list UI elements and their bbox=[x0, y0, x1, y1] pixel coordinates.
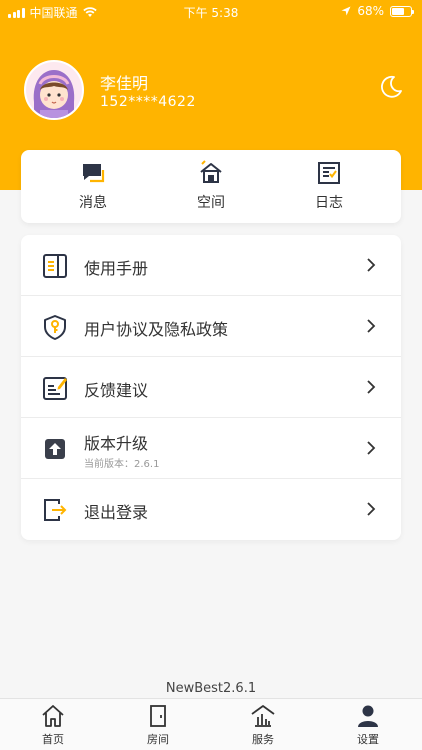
shield-key-icon bbox=[44, 315, 66, 340]
tab-settings[interactable]: 设置 bbox=[338, 703, 398, 749]
menu-item-logout[interactable]: 退出登录 bbox=[21, 479, 401, 540]
quick-actions-card: 消息 空间 日志 bbox=[21, 150, 401, 223]
tab-label: 房间 bbox=[147, 733, 169, 746]
status-bar: 中国联通 下午 5:38 68% bbox=[0, 0, 422, 22]
logout-icon bbox=[44, 499, 67, 521]
menu-item-label: 使用手册 bbox=[84, 259, 149, 278]
battery-icon bbox=[390, 5, 414, 17]
moon-icon[interactable] bbox=[378, 74, 404, 100]
settings-menu: 使用手册 用户协议及隐私政策 反馈建议 版本升级 当前版本：2.6.1 退出登录 bbox=[21, 235, 401, 540]
avatar[interactable] bbox=[24, 60, 84, 120]
chevron-right-icon bbox=[367, 502, 376, 516]
quick-action-space[interactable]: 空间 bbox=[161, 160, 261, 216]
service-icon bbox=[251, 705, 275, 727]
home-icon bbox=[42, 705, 64, 727]
chevron-right-icon bbox=[367, 319, 376, 333]
user-phone: 152****4622 bbox=[100, 94, 196, 110]
menu-item-feedback[interactable]: 反馈建议 bbox=[21, 357, 401, 418]
location-arrow-icon bbox=[341, 6, 351, 16]
menu-item-label: 反馈建议 bbox=[84, 381, 149, 400]
tab-rooms[interactable]: 房间 bbox=[128, 703, 188, 749]
app-version-label: NewBest2.6.1 bbox=[165, 681, 257, 696]
door-icon bbox=[150, 705, 166, 727]
log-icon bbox=[318, 162, 340, 184]
user-settings-icon bbox=[358, 705, 378, 727]
quick-action-label: 日志 bbox=[315, 195, 343, 211]
menu-item-label: 退出登录 bbox=[84, 503, 149, 522]
message-icon bbox=[83, 164, 105, 183]
quick-action-label: 消息 bbox=[79, 195, 107, 211]
quick-action-logs[interactable]: 日志 bbox=[279, 160, 379, 216]
tab-label: 首页 bbox=[42, 733, 64, 746]
menu-item-label: 版本升级 bbox=[84, 434, 149, 453]
tab-label: 服务 bbox=[252, 733, 274, 746]
tab-services[interactable]: 服务 bbox=[233, 703, 293, 749]
home-space-icon bbox=[200, 160, 222, 183]
menu-item-manual[interactable]: 使用手册 bbox=[21, 235, 401, 296]
tab-home[interactable]: 首页 bbox=[23, 703, 83, 749]
tab-bar: 首页 房间 服务 设置 bbox=[0, 698, 422, 750]
user-name: 李佳明 bbox=[100, 74, 149, 93]
current-version-label: 当前版本：2.6.1 bbox=[84, 459, 160, 470]
menu-item-label: 用户协议及隐私政策 bbox=[84, 320, 229, 339]
menu-item-upgrade[interactable]: 版本升级 当前版本：2.6.1 bbox=[21, 418, 401, 479]
manual-icon bbox=[43, 254, 67, 278]
battery-percent: 68% bbox=[357, 4, 384, 18]
feedback-icon bbox=[43, 377, 67, 400]
quick-action-messages[interactable]: 消息 bbox=[43, 160, 143, 216]
tab-label: 设置 bbox=[357, 733, 379, 746]
quick-action-label: 空间 bbox=[197, 195, 225, 211]
upgrade-icon bbox=[45, 439, 65, 459]
menu-item-privacy[interactable]: 用户协议及隐私政策 bbox=[21, 296, 401, 357]
chevron-right-icon bbox=[367, 441, 376, 455]
chevron-right-icon bbox=[367, 380, 376, 394]
chevron-right-icon bbox=[367, 258, 376, 272]
